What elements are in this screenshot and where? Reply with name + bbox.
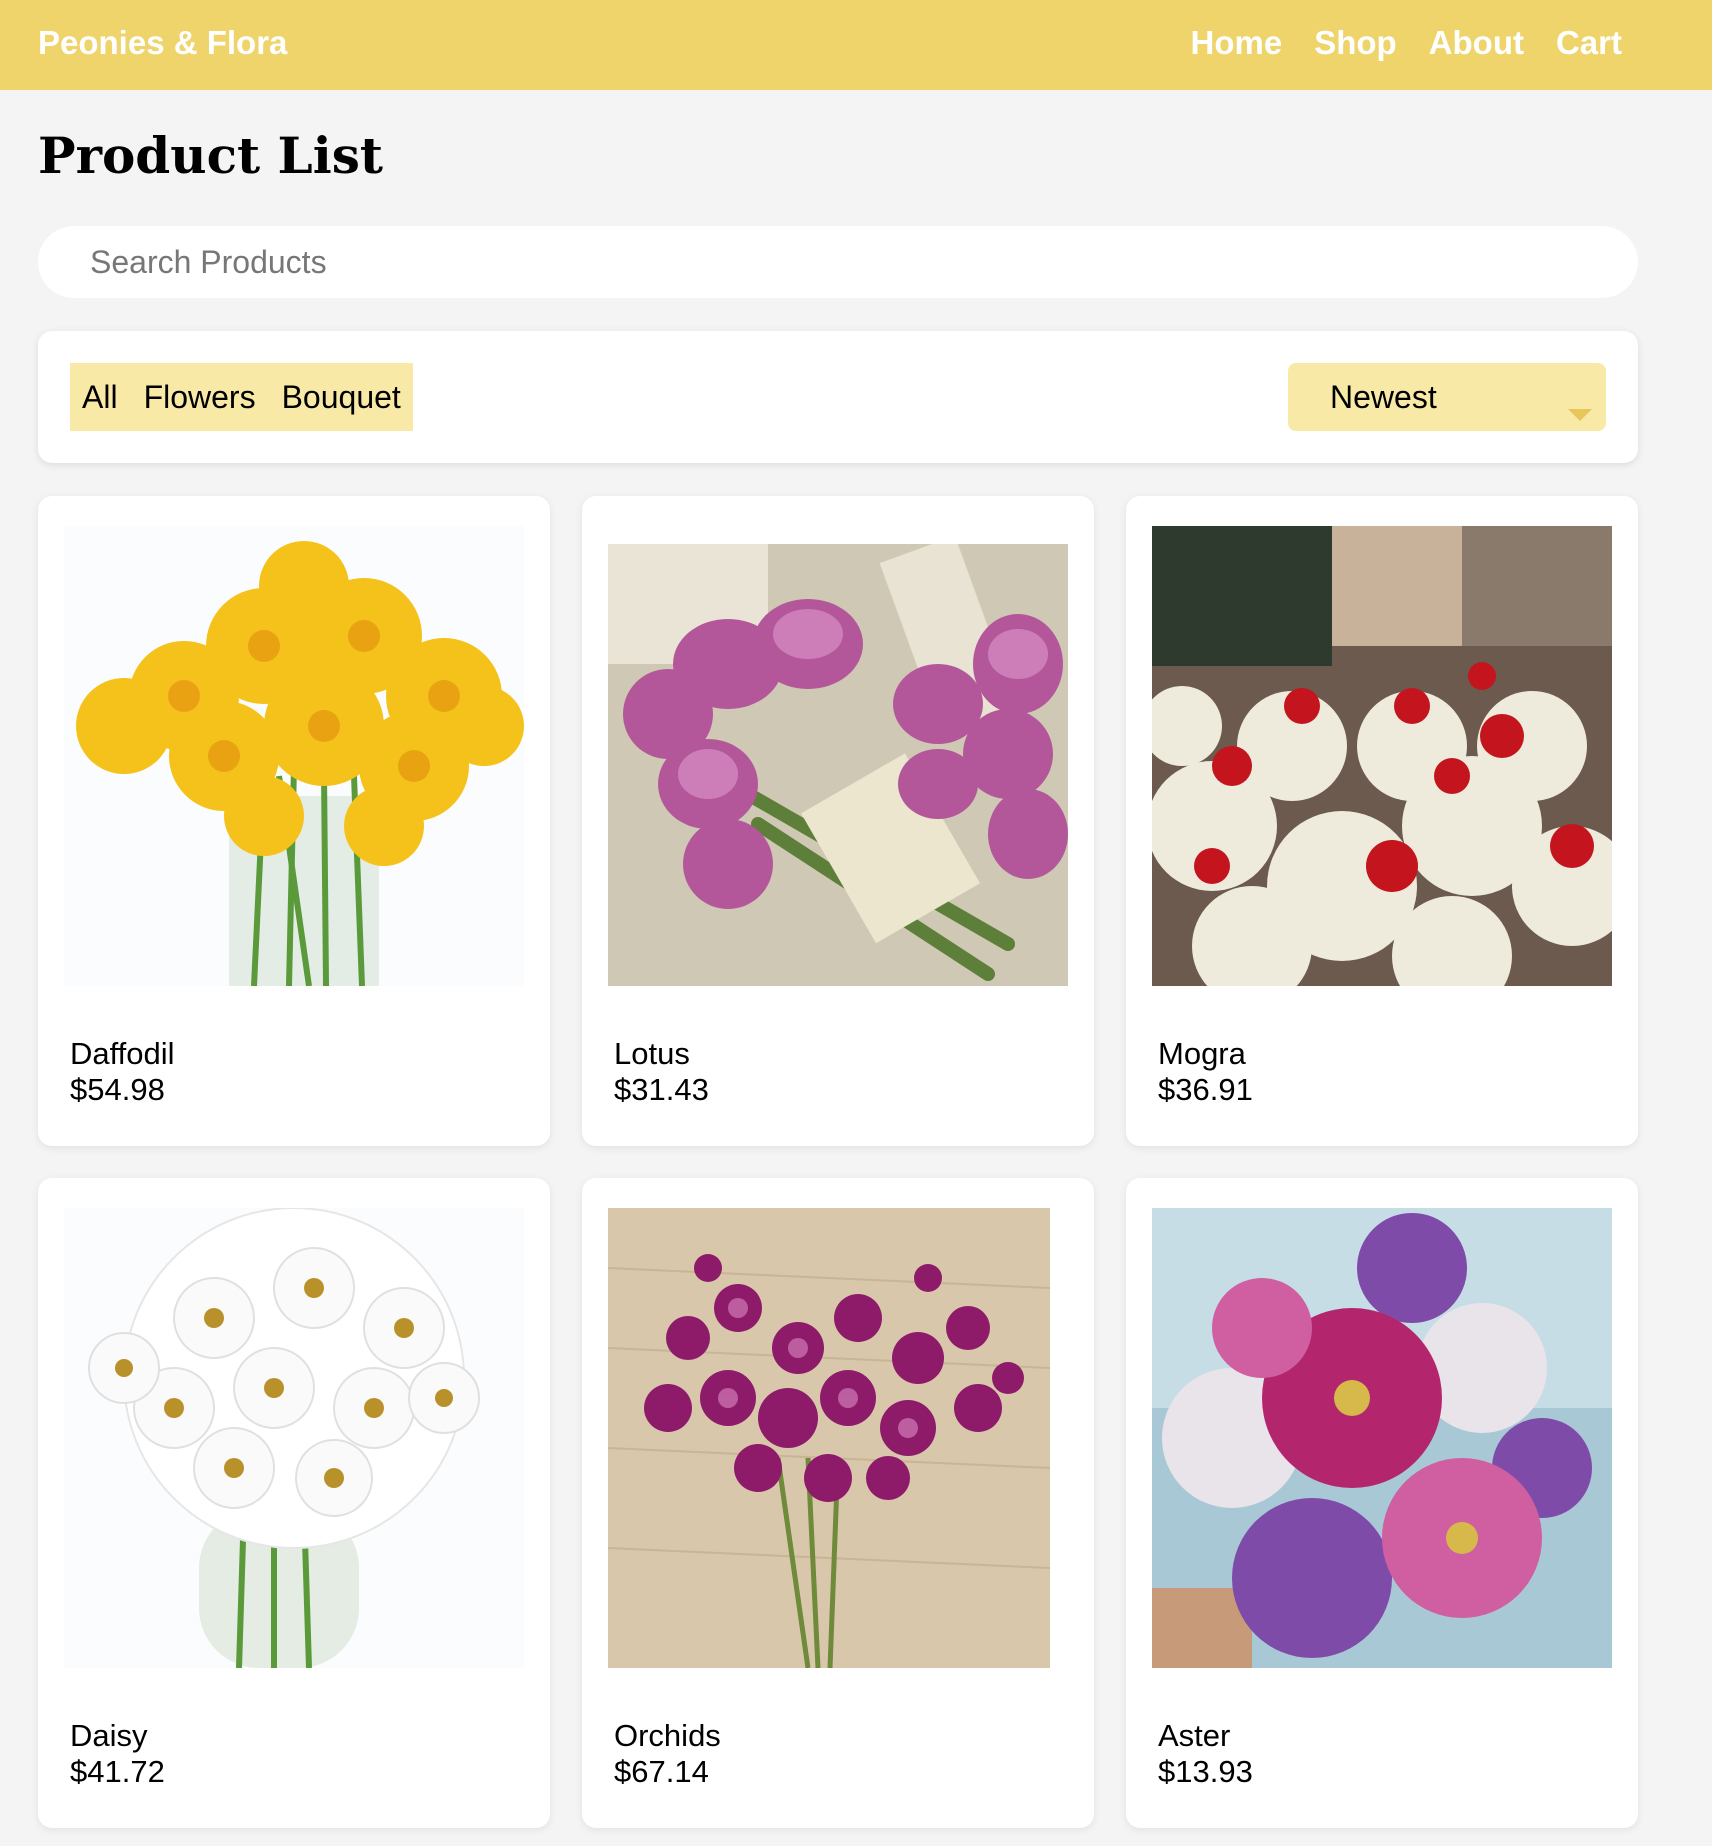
product-name: Lotus	[614, 1036, 690, 1071]
sort-selected-value: Newest	[1330, 378, 1437, 415]
product-card-orchids[interactable]: Orchids $67.14	[582, 1178, 1094, 1828]
chevron-down-icon	[1568, 409, 1592, 421]
product-price: $54.98	[70, 1072, 165, 1107]
nav-about-link[interactable]: About	[1429, 24, 1524, 62]
filter-bar: All Flowers Bouquet Newest	[38, 331, 1638, 463]
product-name: Mogra	[1158, 1036, 1246, 1071]
product-name: Daisy	[70, 1718, 148, 1753]
product-name: Orchids	[614, 1718, 721, 1753]
product-price: $41.72	[70, 1754, 165, 1789]
top-navbar: Peonies & Flora Home Shop About Cart	[0, 0, 1712, 90]
brand-logo[interactable]: Peonies & Flora	[38, 24, 287, 62]
nav-shop-link[interactable]: Shop	[1314, 24, 1396, 62]
product-price: $31.43	[614, 1072, 709, 1107]
aster-image	[1152, 1208, 1612, 1668]
nav-cart-link[interactable]: Cart	[1556, 24, 1622, 62]
category-filter-group: All Flowers Bouquet	[70, 363, 413, 431]
product-card-lotus[interactable]: Lotus $31.43	[582, 496, 1094, 1146]
filter-bouquet-button[interactable]: Bouquet	[282, 379, 401, 416]
sort-select[interactable]: Newest	[1288, 363, 1606, 431]
filter-flowers-button[interactable]: Flowers	[144, 379, 256, 416]
product-card-daffodil[interactable]: Daffodil $54.98	[38, 496, 550, 1146]
product-card-aster[interactable]: Aster $13.93	[1126, 1178, 1638, 1828]
filter-all-button[interactable]: All	[82, 379, 118, 416]
product-card-daisy[interactable]: Daisy $41.72	[38, 1178, 550, 1828]
product-price: $13.93	[1158, 1754, 1253, 1789]
product-card-mogra[interactable]: Mogra $36.91	[1126, 496, 1638, 1146]
product-name: Daffodil	[70, 1036, 175, 1071]
nav-home-link[interactable]: Home	[1191, 24, 1283, 62]
page-title: Product List	[38, 126, 383, 185]
search-input[interactable]	[38, 226, 1638, 298]
daffodil-image	[64, 526, 524, 986]
product-name: Aster	[1158, 1718, 1231, 1753]
mogra-image	[1152, 526, 1612, 986]
lotus-image	[608, 544, 1068, 986]
nav-links: Home Shop About Cart	[1191, 24, 1623, 62]
orchids-image	[608, 1208, 1050, 1668]
product-price: $36.91	[1158, 1072, 1253, 1107]
product-price: $67.14	[614, 1754, 709, 1789]
daisy-image	[64, 1208, 524, 1668]
